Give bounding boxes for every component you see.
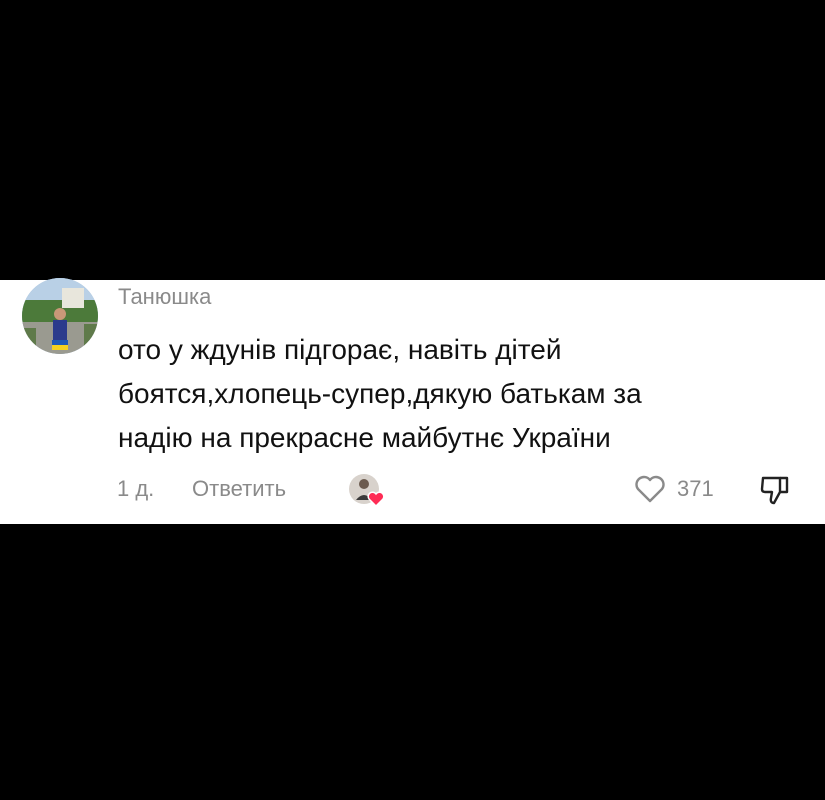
like-count: 371 — [677, 476, 714, 501]
thumbs-down-icon[interactable] — [758, 472, 792, 508]
creator-liked-badge — [348, 472, 385, 508]
comment-author[interactable]: Танюшка — [118, 284, 211, 310]
reply-button[interactable]: Ответить — [192, 476, 286, 502]
avatar[interactable] — [22, 278, 98, 354]
heart-outline-icon[interactable] — [633, 472, 667, 506]
heart-badge-icon — [367, 491, 385, 508]
comment-timestamp: 1 д. — [117, 476, 155, 501]
comment-text-line: надію на прекрасне майбутнє України — [118, 422, 611, 453]
comment-text-line: ото у ждунів підгорає, навіть дітей — [118, 334, 562, 365]
comment-text: ото у ждунів підгорає, навіть дітей боят… — [118, 328, 758, 460]
comment-footer: 1 д. Ответить 371 — [0, 470, 825, 508]
comment-text-line: боятся,хлопець-супер,дякую батькам за — [118, 378, 642, 409]
